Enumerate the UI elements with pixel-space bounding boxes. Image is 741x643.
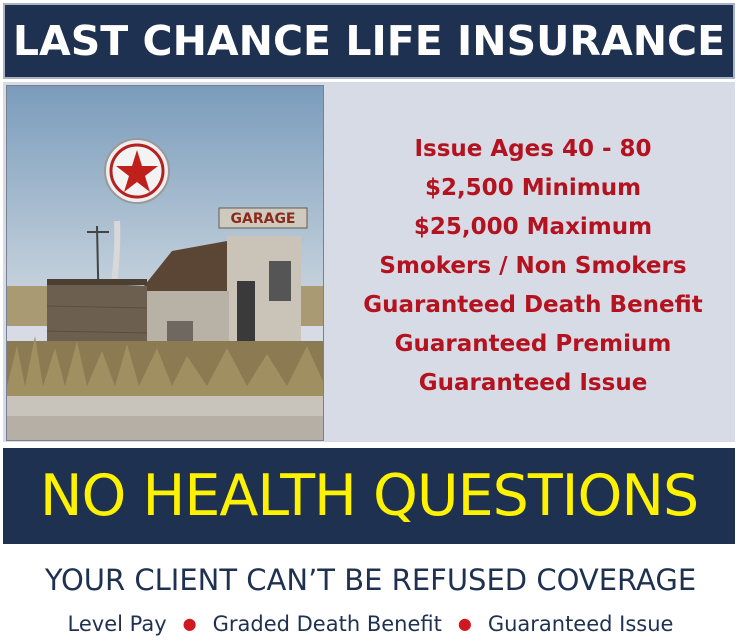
bullet-dot-icon: ● [182,614,197,633]
tagline: YOUR CLIENT CAN’T BE REFUSED COVERAGE [44,563,697,597]
feature-list: Issue Ages 40 - 80 $2,500 Minimum $25,00… [333,130,733,403]
feature-premium: Guaranteed Premium [394,331,672,357]
info-panel: GARAGE Issue Ages 40 - 80 $2,500 Minimum… [3,82,735,442]
feature-maximum: $25,000 Maximum [413,214,653,240]
bullet-dot-icon: ● [457,614,472,633]
bullet-guaranteed-issue: Guaranteed Issue [487,612,674,636]
abandoned-garage-image: GARAGE [7,86,323,440]
header-bar: LAST CHANCE LIFE INSURANCE [3,3,735,79]
feature-death-benefit: Guaranteed Death Benefit [363,292,703,318]
gas-station-photo: GARAGE [6,85,324,441]
feature-issue: Guaranteed Issue [418,370,648,396]
page-title: LAST CHANCE LIFE INSURANCE [12,17,726,65]
no-health-questions-banner: NO HEALTH QUESTIONS [3,448,735,544]
banner-text: NO HEALTH QUESTIONS [39,463,699,529]
garage-sign: GARAGE [231,211,296,227]
bullet-graded-death-benefit: Graded Death Benefit [212,612,442,636]
feature-minimum: $2,500 Minimum [424,175,642,201]
feature-smokers: Smokers / Non Smokers [379,253,687,279]
feature-issue-ages: Issue Ages 40 - 80 [414,136,652,162]
bullet-level-pay: Level Pay [67,612,167,636]
benefit-bullets: Level Pay ● Graded Death Benefit ● Guarantee… [0,612,741,636]
